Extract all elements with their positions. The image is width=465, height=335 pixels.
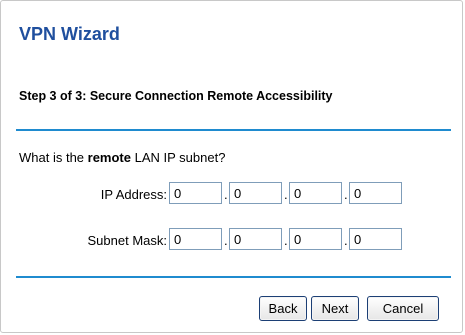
subnet-mask-octet-4[interactable] xyxy=(349,228,402,250)
back-button[interactable]: Back xyxy=(259,296,307,321)
next-button[interactable]: Next xyxy=(311,296,359,321)
wizard-title: VPN Wizard xyxy=(19,24,120,44)
ip-address-label: IP Address: xyxy=(100,187,167,202)
bottom-divider xyxy=(16,276,451,278)
subnet-mask-label: Subnet Mask: xyxy=(87,233,168,248)
ip-dot-1: . xyxy=(224,187,228,202)
subnet-mask-octet-2[interactable] xyxy=(229,228,282,250)
ip-address-octet-2[interactable] xyxy=(229,182,282,204)
mask-dot-2: . xyxy=(284,233,288,248)
mask-dot-3: . xyxy=(344,233,348,248)
mask-dot-1: . xyxy=(224,233,228,248)
ip-dot-3: . xyxy=(344,187,348,202)
step-heading: Step 3 of 3: Secure Connection Remote Ac… xyxy=(19,89,333,103)
ip-address-octet-1[interactable] xyxy=(169,182,222,204)
ip-address-octet-4[interactable] xyxy=(349,182,402,204)
subnet-mask-octet-3[interactable] xyxy=(289,228,342,250)
subnet-question: What is the remote LAN IP subnet? xyxy=(19,150,226,165)
top-divider xyxy=(16,129,451,131)
ip-dot-2: . xyxy=(284,187,288,202)
wizard-panel: VPN Wizard Step 3 of 3: Secure Connectio… xyxy=(0,0,463,333)
subnet-mask-octet-1[interactable] xyxy=(169,228,222,250)
ip-address-octet-3[interactable] xyxy=(289,182,342,204)
cancel-button[interactable]: Cancel xyxy=(367,296,439,321)
